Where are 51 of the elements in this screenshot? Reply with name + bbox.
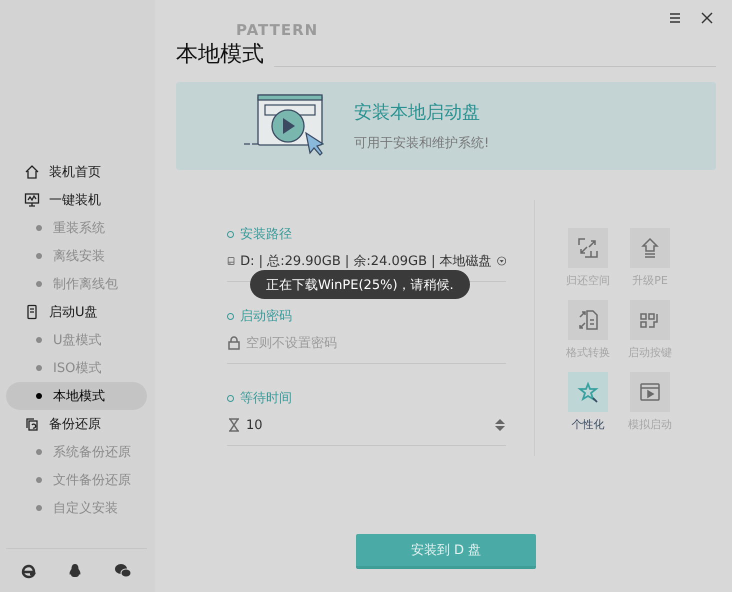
nav-item[interactable]: 一键装机 bbox=[6, 186, 147, 214]
monitor-icon bbox=[24, 192, 40, 208]
ring-icon bbox=[227, 312, 234, 320]
nav-subitem[interactable]: U盘模式 bbox=[6, 326, 147, 354]
wait-time-field[interactable]: 10 bbox=[246, 418, 489, 432]
download-toast: 正在下载WinPE(25%)，请稍候. bbox=[250, 270, 470, 299]
nav-item[interactable]: 启动U盘 bbox=[6, 298, 147, 326]
ie-logo-icon[interactable] bbox=[21, 562, 38, 578]
play-window-icon bbox=[639, 381, 661, 403]
home-icon bbox=[24, 164, 40, 180]
close-icon[interactable] bbox=[700, 11, 714, 25]
penguin-icon[interactable] bbox=[67, 562, 84, 578]
install-path-select[interactable]: D: | 总:29.90GB | 余:24.09GB | 本地磁盘 bbox=[240, 252, 492, 270]
nav-subitem[interactable]: 本地模式 bbox=[6, 382, 147, 410]
background-word: PATTERN bbox=[236, 22, 320, 38]
tool-label: 个性化 bbox=[572, 417, 604, 432]
ring-icon bbox=[227, 230, 234, 238]
file-convert-icon bbox=[577, 309, 599, 331]
nav-item[interactable]: 备份还原 bbox=[6, 410, 147, 438]
arrows-inward-icon bbox=[577, 237, 599, 259]
install-button[interactable]: 安装到 D 盘 bbox=[356, 534, 536, 569]
nav-subitem[interactable]: 自定义安装 bbox=[6, 494, 147, 522]
field-label: 等待时间 bbox=[240, 390, 292, 407]
nav-subitem[interactable]: 制作离线包 bbox=[6, 270, 147, 298]
stepper-icon[interactable] bbox=[494, 417, 506, 433]
field-label: 启动密码 bbox=[240, 308, 292, 325]
ring-icon bbox=[227, 394, 234, 402]
nav-subitem[interactable]: 系统备份还原 bbox=[6, 438, 147, 466]
page-title: 本地模式 bbox=[176, 41, 264, 69]
menu-icon[interactable] bbox=[668, 11, 682, 25]
nav-subitem[interactable]: ISO模式 bbox=[6, 354, 147, 382]
upload-arrow-icon bbox=[639, 237, 661, 259]
nav-item[interactable]: 装机首页 bbox=[6, 158, 147, 186]
lock-icon bbox=[227, 335, 241, 351]
nav-subitem[interactable]: 离线安装 bbox=[6, 242, 147, 270]
tool-button[interactable] bbox=[568, 372, 608, 412]
hourglass-icon bbox=[227, 417, 241, 433]
chat-icon[interactable] bbox=[114, 562, 132, 578]
tool-button[interactable] bbox=[630, 372, 670, 412]
files-icon bbox=[24, 416, 40, 432]
star-icon bbox=[577, 381, 599, 403]
tool-button[interactable] bbox=[568, 228, 608, 268]
nav-subitem[interactable]: 重装系统 bbox=[6, 214, 147, 242]
tool-button[interactable] bbox=[630, 228, 670, 268]
tool-button[interactable] bbox=[630, 300, 670, 340]
tool-button[interactable] bbox=[568, 300, 608, 340]
nav-subitem[interactable]: 文件备份还原 bbox=[6, 466, 147, 494]
field-label: 安装路径 bbox=[240, 226, 292, 243]
password-field[interactable]: 空则不设置密码 bbox=[246, 336, 506, 350]
banner-title: 安装本地启动盘 bbox=[354, 101, 481, 124]
banner-subtitle: 可用于安装和维护系统! bbox=[354, 135, 490, 152]
